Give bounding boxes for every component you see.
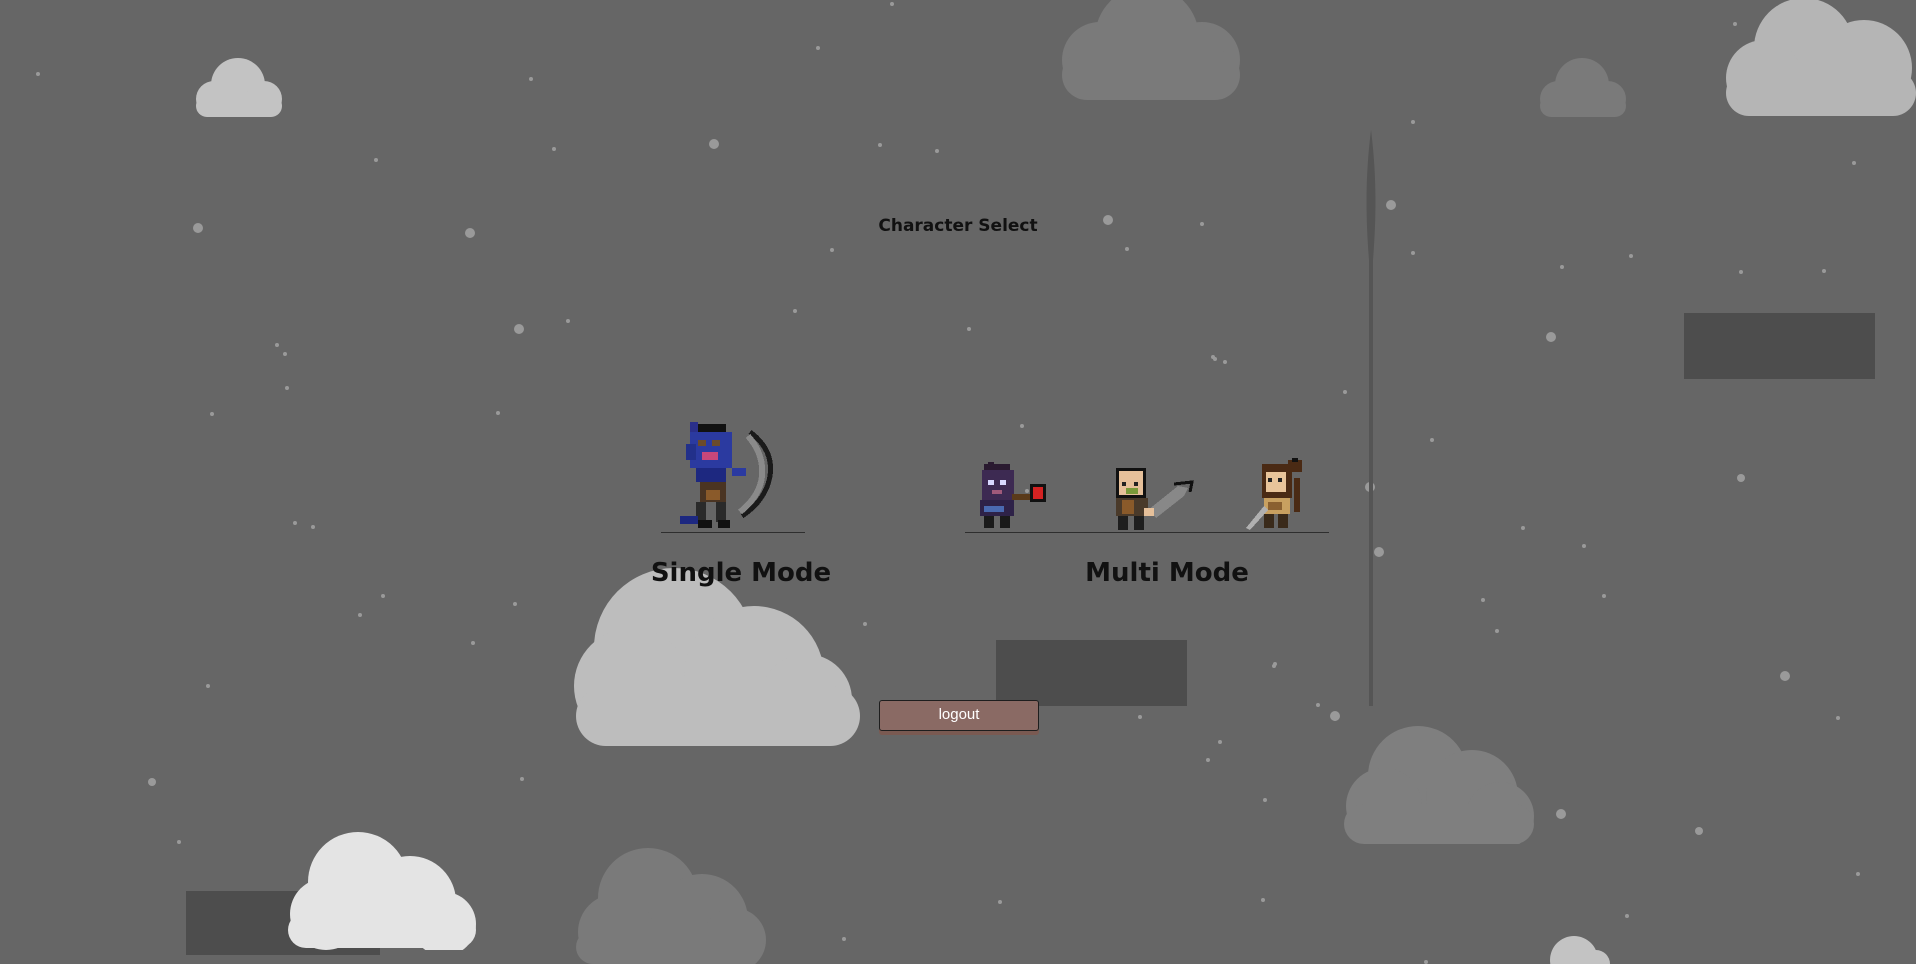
swordswoman-sprite[interactable] <box>1242 458 1322 532</box>
cloud-top-center <box>1062 0 1240 100</box>
cloud-small-top-left <box>196 58 282 117</box>
blue-horned-archer-sprite[interactable] <box>676 420 790 532</box>
cloud-bottom-right-partial <box>1550 936 1610 964</box>
dark-block-right <box>1684 313 1875 379</box>
cloud-top-right-corner <box>1726 0 1916 116</box>
single-mode-button[interactable]: Single Mode <box>641 558 841 588</box>
cloud-right-middle <box>1344 726 1534 844</box>
single-mode-underline <box>661 532 805 533</box>
bald-warrior-sprite[interactable] <box>1108 466 1196 532</box>
snow-particles <box>36 2 1860 964</box>
multi-mode-underline <box>965 532 1329 533</box>
cloud-bottom-left <box>288 832 476 950</box>
dark-block-center <box>996 640 1187 706</box>
dark-mage-sprite[interactable] <box>974 462 1054 532</box>
game-stage: Character Select Single Mode Multi Mode … <box>0 0 1916 964</box>
cloud-small-top-right <box>1540 58 1626 117</box>
cloud-large-center-left <box>574 568 860 746</box>
page-title: Character Select <box>878 216 1038 236</box>
multi-mode-button[interactable]: Multi Mode <box>1067 558 1267 588</box>
logout-button[interactable]: logout <box>879 700 1039 731</box>
cloud-bottom-center <box>576 848 766 964</box>
